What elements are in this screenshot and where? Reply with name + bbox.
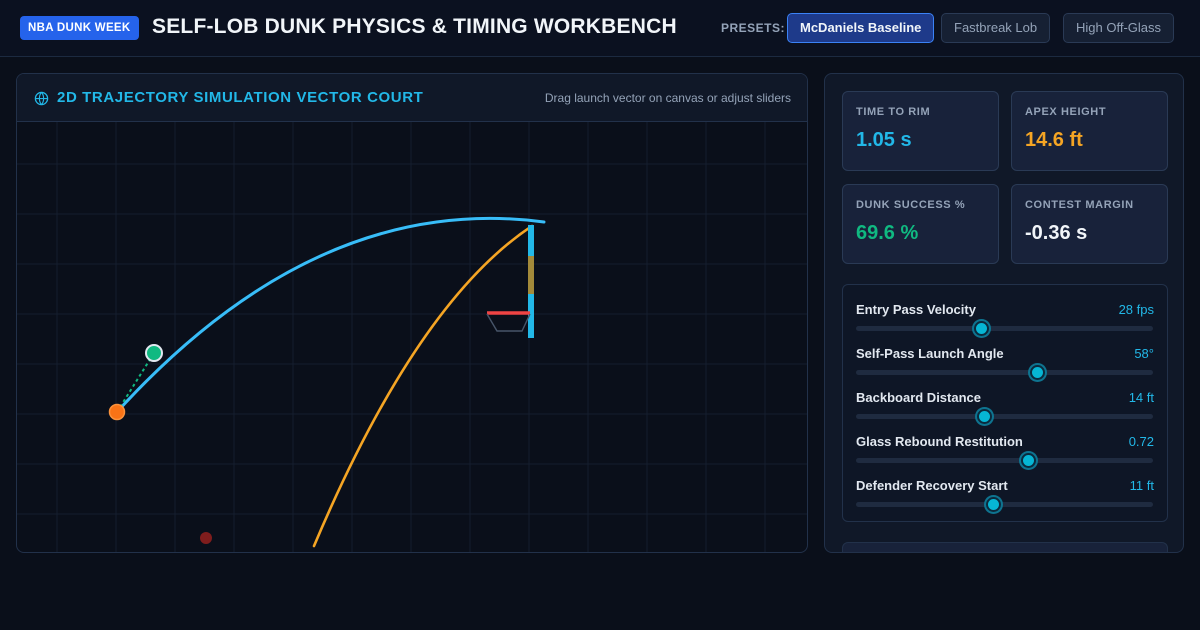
slider-track[interactable] <box>856 370 1153 375</box>
slider-entry-pass-velocity: Entry Pass Velocity 28 fps <box>856 302 1154 342</box>
release-point-handle[interactable] <box>145 344 163 362</box>
slider-label: Entry Pass Velocity <box>856 302 976 317</box>
stat-card-time-to-rim: TIME TO RIM 1.05 s <box>842 91 999 171</box>
slider-backboard-distance: Backboard Distance 14 ft <box>856 390 1154 430</box>
stat-value: 1.05 s <box>856 129 912 151</box>
backboard-target-square <box>528 256 534 294</box>
trajectory-court-canvas[interactable] <box>17 122 808 553</box>
slider-track[interactable] <box>856 502 1153 507</box>
slider-thumb[interactable] <box>1021 453 1037 468</box>
preset-mcdaniels-baseline-button[interactable]: McDaniels Baseline <box>787 13 935 43</box>
preset-fastbreak-lob-button[interactable]: Fastbreak Lob <box>941 13 1051 43</box>
globe-icon <box>34 91 49 106</box>
launch-point-marker[interactable] <box>108 403 126 421</box>
stat-card-contest-margin: CONTEST MARGIN -0.36 s <box>1011 184 1168 264</box>
event-badge: NBA DUNK WEEK <box>20 16 139 40</box>
slider-defender-recovery-start: Defender Recovery Start 11 ft <box>856 478 1154 518</box>
stat-label: TIME TO RIM <box>856 106 931 118</box>
slider-value: 14 ft <box>1128 390 1154 405</box>
slider-value: 28 fps <box>1118 302 1154 317</box>
preset-high-off-glass-button[interactable]: High Off-Glass <box>1063 13 1175 43</box>
simulation-hint: Drag launch vector on canvas or adjust s… <box>544 91 791 105</box>
slider-label: Glass Rebound Restitution <box>856 434 1023 449</box>
simulation-header: 2D TRAJECTORY SIMULATION VECTOR COURT Dr… <box>17 74 807 122</box>
launch-vector-line <box>116 352 155 413</box>
stat-card-dunk-success: DUNK SUCCESS % 69.6 % <box>842 184 999 264</box>
page-title: SELF-LOB DUNK PHYSICS & TIMING WORKBENCH <box>152 15 677 38</box>
slider-glass-rebound-restitution: Glass Rebound Restitution 0.72 <box>856 434 1154 474</box>
metrics-panel: TIME TO RIM 1.05 s APEX HEIGHT 14.6 ft D… <box>824 73 1184 553</box>
slider-value: 11 ft <box>1129 478 1154 493</box>
slider-launch-angle: Self-Pass Launch Angle 58° <box>856 346 1154 386</box>
collapsed-section <box>842 542 1168 552</box>
stat-value: 14.6 ft <box>1025 129 1083 151</box>
slider-value: 0.72 <box>1128 434 1154 449</box>
slider-value: 58° <box>1134 346 1154 361</box>
stat-label: DUNK SUCCESS % <box>856 199 966 211</box>
basket-net <box>486 313 531 332</box>
slider-track[interactable] <box>856 458 1153 463</box>
presets-label: PRESETS: <box>721 21 786 35</box>
simulation-title: 2D TRAJECTORY SIMULATION VECTOR COURT <box>57 89 424 106</box>
slider-label: Self-Pass Launch Angle <box>856 346 1004 361</box>
slider-controls: Entry Pass Velocity 28 fps Self-Pass Lau… <box>842 284 1168 522</box>
slider-label: Defender Recovery Start <box>856 478 1008 493</box>
slider-thumb[interactable] <box>1030 365 1046 380</box>
slider-track[interactable] <box>856 414 1153 419</box>
slider-track[interactable] <box>856 326 1153 331</box>
defender-marker <box>200 532 212 544</box>
slider-thumb[interactable] <box>976 409 992 424</box>
slider-label: Backboard Distance <box>856 390 981 405</box>
stat-label: APEX HEIGHT <box>1025 106 1107 118</box>
ball-trajectory-path <box>115 216 546 414</box>
stat-label: CONTEST MARGIN <box>1025 199 1134 211</box>
simulation-panel: 2D TRAJECTORY SIMULATION VECTOR COURT Dr… <box>16 73 808 553</box>
slider-thumb[interactable] <box>985 497 1001 512</box>
stat-value: -0.36 s <box>1025 222 1088 244</box>
slider-thumb[interactable] <box>973 321 989 336</box>
top-bar: NBA DUNK WEEK SELF-LOB DUNK PHYSICS & TI… <box>0 0 1200 57</box>
rebound-trajectory-path <box>312 224 534 548</box>
stat-card-apex-height: APEX HEIGHT 14.6 ft <box>1011 91 1168 171</box>
court-grid <box>17 122 807 552</box>
stat-value: 69.6 % <box>856 222 919 244</box>
